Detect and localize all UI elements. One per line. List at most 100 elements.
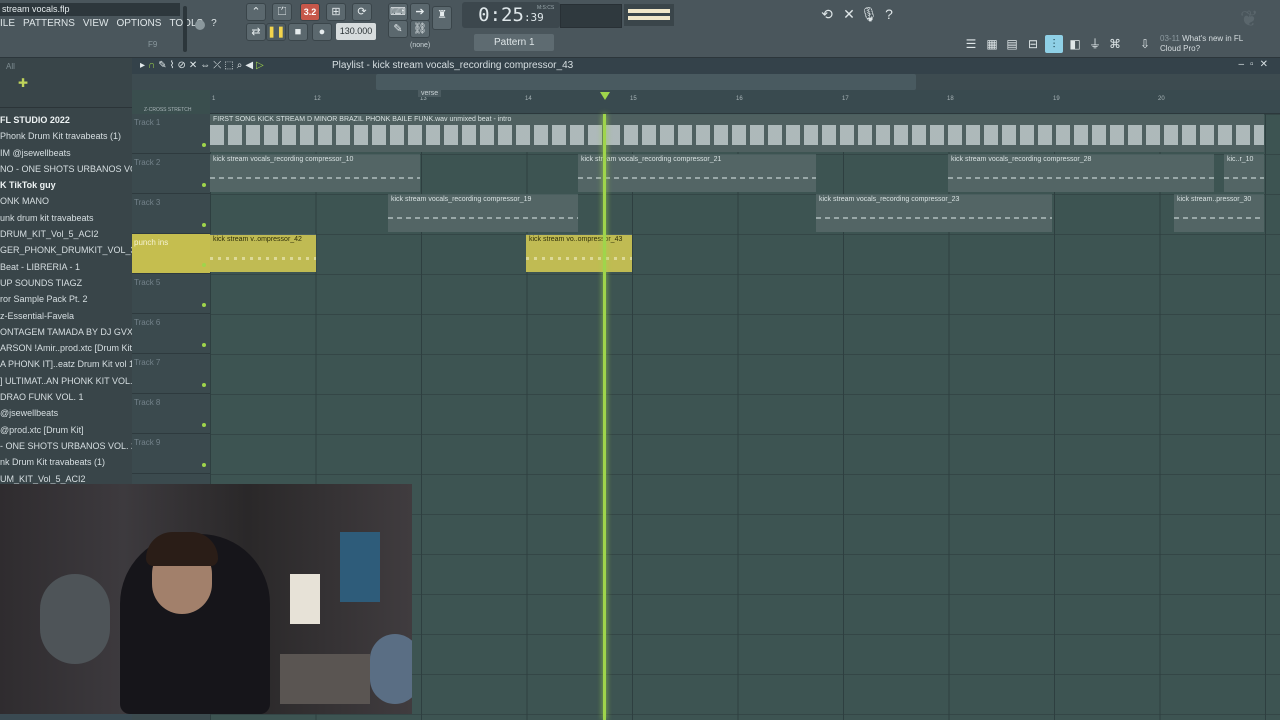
zoom-icon[interactable]: ⌕	[237, 58, 243, 74]
track-enable-dot[interactable]	[202, 343, 206, 347]
browser-item[interactable]: FL STUDIO 2022	[0, 112, 132, 128]
song-position-marker[interactable]	[600, 92, 610, 100]
news-panel[interactable]: 03-11 What's new in FL Cloud Pro?	[1160, 34, 1243, 54]
track-enable-dot[interactable]	[202, 183, 206, 187]
browser-item[interactable]: nk Drum Kit travabeats (1)	[0, 454, 132, 470]
piano-roll-icon[interactable]: ▤	[1003, 35, 1021, 53]
song-mode-icon[interactable]: ⇄	[246, 23, 266, 41]
piano-icon[interactable]: ⌨	[388, 3, 408, 21]
track-header[interactable]: Track 8	[132, 394, 210, 434]
arrow-icon[interactable]: ➔	[410, 3, 430, 21]
pencil-mode-icon[interactable]: ✎	[388, 20, 408, 38]
browser-item[interactable]: ONTAGEM TAMADA BY DJ GVX	[0, 324, 132, 340]
track-header[interactable]: Track 5	[132, 274, 210, 314]
browser-item[interactable]: Beat - LIBRERIA - 1	[0, 259, 132, 275]
track-enable-dot[interactable]	[202, 383, 206, 387]
slip-icon[interactable]: ⇔	[200, 58, 210, 74]
menu-options[interactable]: OPTIONS	[116, 18, 161, 32]
browser-item[interactable]: @jsewellbeats	[0, 405, 132, 421]
browser-item[interactable]: ARSON !Amir..prod.xtc [Drum Kit]	[0, 340, 132, 356]
arrow-icon[interactable]: ▸	[140, 58, 145, 74]
track-header[interactable]: Track 9	[132, 434, 210, 474]
countdown-button[interactable]: 3.2	[300, 3, 320, 21]
browser-item[interactable]: ONK MANO	[0, 193, 132, 209]
audio-clip[interactable]: kic..r_10	[1224, 154, 1264, 192]
plugin-icon[interactable]: ⏚	[1086, 35, 1104, 53]
record-button[interactable]: ●	[312, 23, 332, 41]
browser-item[interactable]: Phonk Drum Kit travabeats (1)	[0, 128, 132, 144]
loop-record-icon[interactable]: ⟳	[352, 3, 372, 21]
playhead[interactable]	[603, 114, 606, 720]
browser-item[interactable]: DRUM_KIT_Vol_5_ACI2	[0, 226, 132, 242]
horizontal-scrollbar[interactable]	[376, 74, 916, 90]
browser-filter[interactable]: All	[6, 62, 15, 71]
metronome-icon[interactable]: ⌃	[246, 3, 266, 21]
audio-clip[interactable]: kick stream..pressor_30	[1174, 194, 1264, 232]
pause-button[interactable]: ❚❚	[266, 23, 286, 41]
tempo-display[interactable]: 130.000	[336, 23, 376, 40]
touch-icon[interactable]: ⌘	[1106, 35, 1124, 53]
browser-item[interactable]: IM @jsewellbeats	[0, 145, 132, 161]
browser-item[interactable]: unk drum kit travabeats	[0, 210, 132, 226]
track-enable-dot[interactable]	[202, 143, 206, 147]
track-enable-dot[interactable]	[202, 223, 206, 227]
track-header[interactable]: Track 2	[132, 154, 210, 194]
undo-icon[interactable]: ⟲	[818, 5, 836, 23]
play-icon[interactable]: ▷	[256, 58, 264, 74]
browser-item[interactable]: z-Essential-Favela	[0, 308, 132, 324]
snap-icon[interactable]: ∩	[148, 58, 155, 74]
menu-file[interactable]: ILE	[0, 18, 15, 32]
browser-item[interactable]: @prod.xtc [Drum Kit]	[0, 422, 132, 438]
typing-keyboard-icon[interactable]: ♜	[432, 6, 452, 30]
audio-clip[interactable]: kick stream vocals_recording compressor_…	[578, 154, 816, 192]
audio-clip[interactable]: kick stream vocals_recording compressor_…	[388, 194, 578, 232]
pencil-icon[interactable]: ✎	[158, 58, 166, 74]
track-enable-dot[interactable]	[202, 463, 206, 467]
playlist-icon[interactable]: ☰	[962, 35, 980, 53]
pattern-selector[interactable]: Pattern 1	[474, 34, 554, 51]
microphone-icon[interactable]: 🎙	[860, 5, 878, 23]
mute-icon[interactable]: ✕	[189, 58, 197, 74]
track-header-selected[interactable]: punch ins	[132, 234, 210, 274]
verse-marker[interactable]: verse	[418, 90, 442, 97]
window-controls[interactable]: –▫✕	[1239, 59, 1275, 70]
track-header[interactable]: Track 1	[132, 114, 210, 154]
master-volume-slider[interactable]	[183, 6, 187, 52]
link-icon[interactable]: ⛓	[410, 20, 430, 38]
track-header[interactable]: Track 6	[132, 314, 210, 354]
menu-help[interactable]: ?	[211, 18, 217, 32]
browser-item[interactable]: DRAO FUNK VOL. 1	[0, 389, 132, 405]
browser-item[interactable]: - ONE SHOTS URBANOS VOL. 2	[0, 438, 132, 454]
mixer-icon[interactable]: ⫶	[1045, 35, 1063, 53]
audio-clip[interactable]: kick stream vocals_recording compressor_…	[948, 154, 1214, 192]
track-header[interactable]: Track 3	[132, 194, 210, 234]
browser-item[interactable]: UP SOUNDS TIAGZ	[0, 275, 132, 291]
speaker-icon[interactable]: ◀	[245, 58, 253, 74]
audio-clip[interactable]: FIRST SONG KICK STREAM D MINOR BRAZIL PH…	[210, 114, 1264, 152]
step-edit-icon[interactable]: ⊞	[326, 3, 346, 21]
browser-item[interactable]: ] ULTIMAT..AN PHONK KIT VOL. 3	[0, 373, 132, 389]
browser-item[interactable]: K TikTok guy	[0, 177, 132, 193]
audio-clip[interactable]: kick stream vo..ompressor_43	[526, 234, 632, 272]
menu-patterns[interactable]: PATTERNS	[23, 18, 75, 32]
audio-clip[interactable]: kick stream v..ompressor_42	[210, 234, 316, 272]
download-icon[interactable]: ⇩	[1136, 35, 1154, 53]
track-enable-dot[interactable]	[202, 303, 206, 307]
project-icon[interactable]: ◧	[1066, 35, 1084, 53]
track-header[interactable]: Track 7	[132, 354, 210, 394]
browser-item[interactable]: ror Sample Pack Pt. 2	[0, 291, 132, 307]
stop-button[interactable]: ■	[288, 23, 308, 41]
cpu-icon[interactable]: ✕	[840, 5, 858, 23]
browser-item[interactable]: NO - ONE SHOTS URBANOS VOL. 2	[0, 161, 132, 177]
timeline-ruler[interactable]: 1 12 13 14 15 16 17 18 19 20	[210, 90, 1280, 114]
track-enable-dot[interactable]	[202, 423, 206, 427]
slice-icon[interactable]: ⤫	[213, 58, 221, 74]
browser-add-icon[interactable]: ✚	[18, 76, 28, 90]
delete-icon[interactable]: ⊘	[178, 58, 186, 74]
browser-item[interactable]: A PHONK IT]..eatz Drum Kit vol 1	[0, 356, 132, 372]
browser-icon[interactable]: ⊟	[1024, 35, 1042, 53]
wait-input-icon[interactable]: ⏍	[272, 3, 292, 21]
channel-rack-icon[interactable]: ▦	[983, 35, 1001, 53]
menu-view[interactable]: VIEW	[83, 18, 109, 32]
audio-clip[interactable]: kick stream vocals_recording compressor_…	[210, 154, 420, 192]
